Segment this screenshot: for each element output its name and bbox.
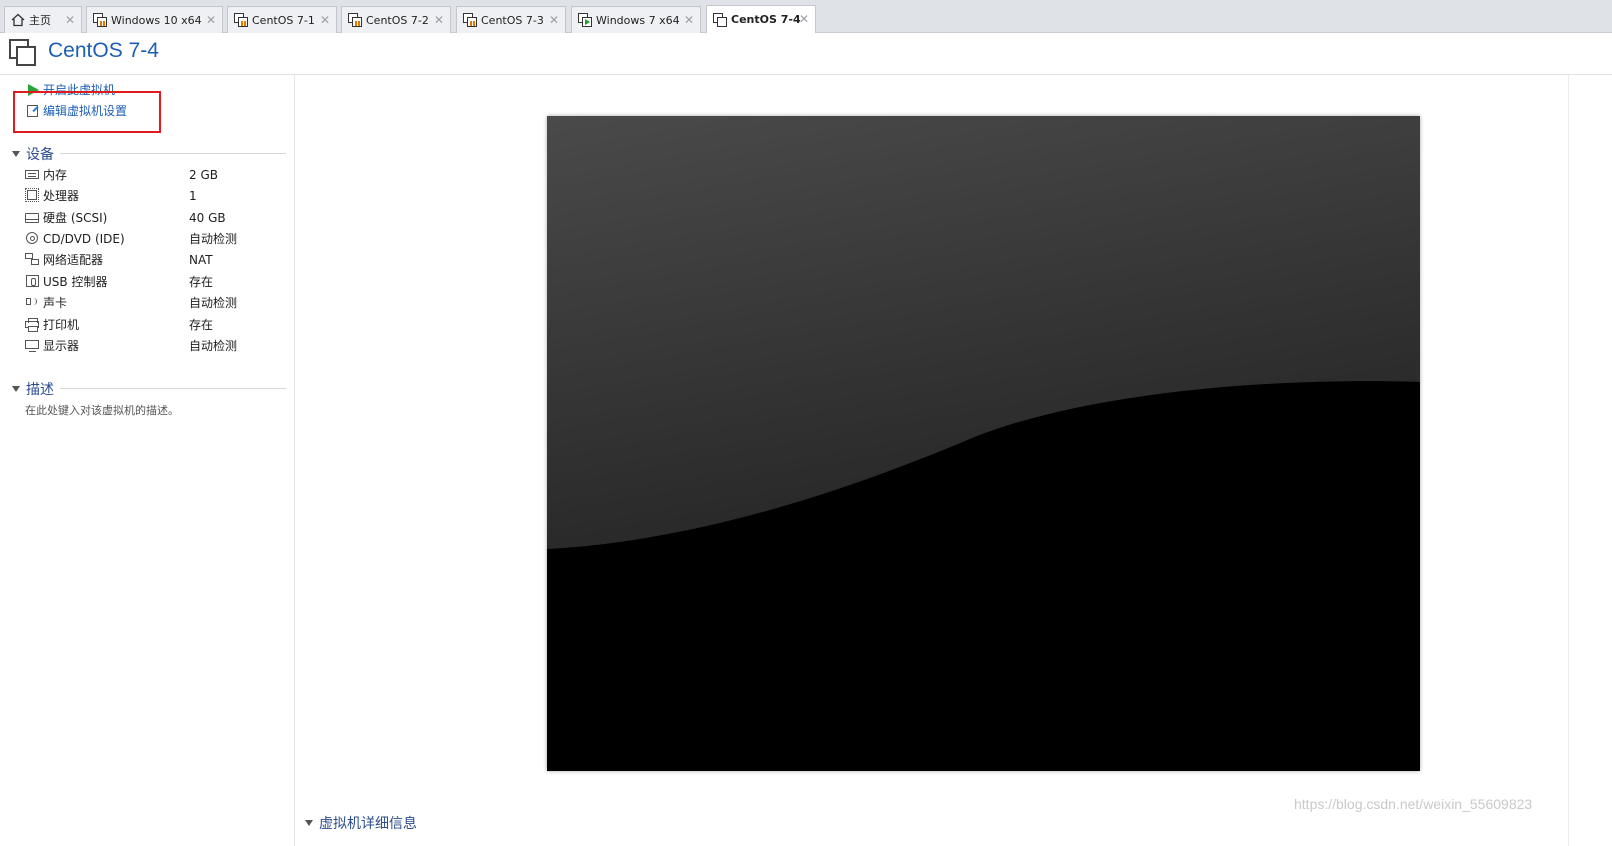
tab-windows7[interactable]: Windows 7 x64 ✕ [571, 6, 701, 33]
vm-screen-preview[interactable] [547, 116, 1420, 771]
device-row-display[interactable]: 显示器 自动检测 [25, 335, 285, 356]
tab-windows10[interactable]: Windows 10 x64 ✕ [86, 6, 223, 33]
device-row-usb[interactable]: USB 控制器 存在 [25, 271, 285, 292]
collapse-arrow-icon [12, 386, 20, 392]
watermark: https://blog.csdn.net/weixin_55609823 [1294, 796, 1533, 812]
close-icon[interactable]: ✕ [65, 13, 75, 27]
tab-label: Windows 10 x64 [111, 13, 202, 27]
tab-label: 主页 [29, 14, 51, 27]
device-name: 硬盘 (SCSI) [43, 211, 108, 225]
vm-icon [713, 12, 727, 27]
divider [60, 153, 286, 154]
collapse-arrow-icon [12, 151, 20, 157]
hard-disk-icon [25, 211, 40, 224]
devices-heading: 设备 [26, 147, 54, 163]
cpu-icon [25, 188, 40, 202]
cd-dvd-icon [25, 232, 40, 245]
device-value: 存在 [189, 275, 214, 289]
device-row-cd-dvd[interactable]: CD/DVD (IDE) 自动检测 [25, 228, 285, 249]
device-name: 网络适配器 [43, 253, 104, 267]
device-value: 1 [189, 188, 197, 203]
close-icon[interactable]: ✕ [320, 13, 330, 27]
vm-summary-panel: 开启此虚拟机 编辑虚拟机设置 设备 内存 2 GB 处理器 1 硬盘 (SCSI… [0, 75, 295, 846]
tab-label: Windows 7 x64 [596, 13, 680, 27]
device-value: 自动检测 [189, 296, 238, 310]
device-value: 自动检测 [189, 339, 238, 353]
tab-label: CentOS 7-3 [481, 13, 544, 27]
tab-label: CentOS 7-4 [731, 13, 801, 26]
vm-suspended-icon [234, 13, 248, 27]
device-value: 2 GB [189, 167, 218, 182]
description-section-toggle[interactable]: 描述 [12, 379, 54, 399]
home-icon [11, 13, 25, 27]
vm-suspended-icon [463, 13, 477, 27]
tab-home[interactable]: 主页 ✕ [4, 6, 82, 33]
vm-icon [9, 39, 37, 67]
devices-section-toggle[interactable]: 设备 [12, 144, 54, 164]
preview-graphic [547, 116, 1420, 771]
title-bar: CentOS 7-4 [0, 33, 1612, 75]
device-name: 声卡 [43, 296, 68, 310]
device-name: 处理器 [43, 189, 80, 203]
sound-card-icon [25, 296, 40, 309]
device-row-network[interactable]: 网络适配器 NAT [25, 249, 285, 270]
vm-details-heading: 虚拟机详细信息 [319, 816, 417, 832]
device-row-cpu[interactable]: 处理器 1 [25, 185, 285, 206]
tab-centos-7-3[interactable]: CentOS 7-3 ✕ [456, 6, 566, 33]
tab-label: CentOS 7-1 [252, 13, 315, 27]
vm-suspended-icon [348, 13, 362, 27]
device-row-sound[interactable]: 声卡 自动检测 [25, 292, 285, 313]
usb-controller-icon [25, 275, 40, 288]
vm-details-section-toggle[interactable]: 虚拟机详细信息 [305, 813, 417, 833]
printer-icon [25, 318, 40, 332]
device-row-printer[interactable]: 打印机 存在 [25, 314, 285, 335]
device-name: 打印机 [43, 318, 80, 332]
vm-running-icon [578, 13, 592, 27]
vm-suspended-icon [93, 13, 107, 27]
close-icon[interactable]: ✕ [434, 13, 444, 27]
tab-centos-7-2[interactable]: CentOS 7-2 ✕ [341, 6, 451, 33]
device-value: 自动检测 [189, 232, 238, 246]
page-title: CentOS 7-4 [48, 39, 159, 62]
device-name: 显示器 [43, 339, 80, 353]
tab-label: CentOS 7-2 [366, 13, 429, 27]
display-icon [25, 339, 40, 352]
tab-bar: 主页 ✕ Windows 10 x64 ✕ CentOS 7-1 ✕ CentO… [0, 0, 1612, 33]
collapse-arrow-icon [305, 820, 313, 826]
close-icon[interactable]: ✕ [206, 13, 216, 27]
close-icon[interactable]: ✕ [549, 13, 559, 27]
close-icon[interactable]: ✕ [684, 13, 694, 27]
device-value: NAT [189, 252, 213, 267]
device-name: CD/DVD (IDE) [43, 231, 125, 246]
tab-centos-7-1[interactable]: CentOS 7-1 ✕ [227, 6, 337, 33]
device-name: USB 控制器 [43, 275, 108, 289]
memory-icon [25, 168, 40, 181]
device-name: 内存 [43, 168, 68, 182]
network-adapter-icon [25, 253, 40, 266]
device-value: 存在 [189, 318, 214, 332]
highlight-box [13, 91, 161, 133]
device-row-memory[interactable]: 内存 2 GB [25, 164, 285, 185]
right-border [1568, 75, 1612, 846]
device-row-hard-disk[interactable]: 硬盘 (SCSI) 40 GB [25, 207, 285, 228]
divider [60, 388, 286, 389]
description-input[interactable]: 在此处键入对该虚拟机的描述。 [25, 402, 179, 418]
description-heading: 描述 [26, 382, 54, 398]
tab-centos-7-4[interactable]: CentOS 7-4 ✕ [706, 5, 816, 33]
device-value: 40 GB [189, 210, 226, 225]
close-icon[interactable]: ✕ [799, 12, 809, 26]
